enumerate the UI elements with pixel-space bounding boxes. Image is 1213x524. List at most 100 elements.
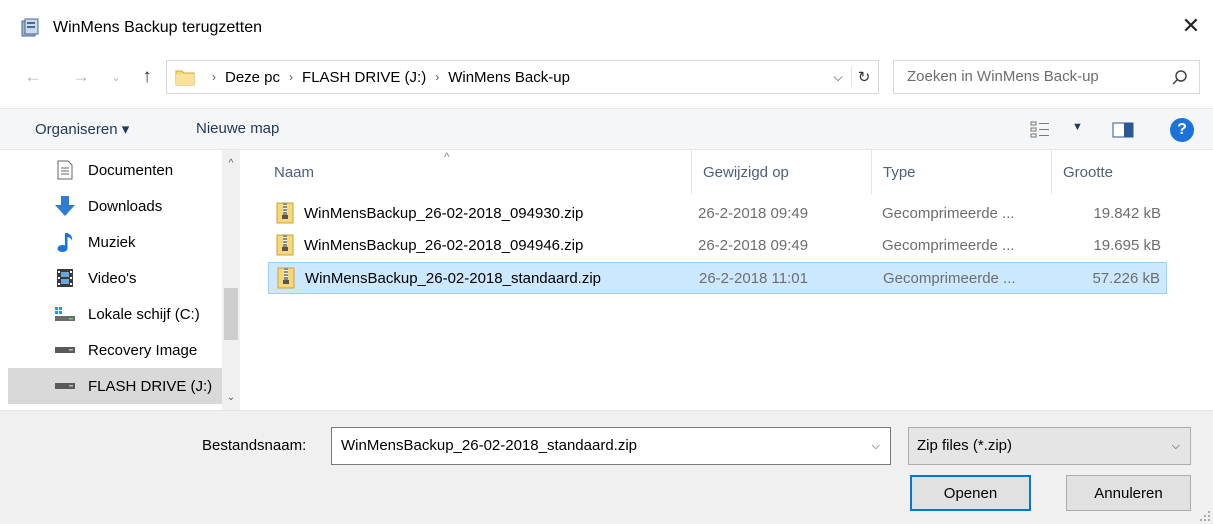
back-button[interactable]: ← (20, 60, 46, 94)
file-type: Gecomprimeerde ... (882, 204, 1015, 222)
sidebar-item-muziek[interactable]: Muziek (10, 224, 222, 260)
breadcrumb-flash-drive[interactable]: FLASH DRIVE (J:) (302, 69, 426, 86)
sidebar-item-videos[interactable]: Video's (10, 260, 222, 296)
drive-icon (54, 375, 76, 397)
sidebar-item-label: FLASH DRIVE (J:) (88, 377, 213, 395)
scroll-down-icon[interactable]: ⌄ (222, 392, 240, 406)
navigation-bar: ← → ⌄ ↑ › Deze pc › FLASH DRIVE (J:) › W… (0, 52, 1213, 102)
file-row-selected[interactable]: WinMensBackup_26-02-2018_standaard.zip 2… (268, 262, 1167, 294)
search-input[interactable]: Zoeken in WinMens Back-up (893, 60, 1200, 94)
breadcrumb-separator[interactable]: › (435, 70, 439, 84)
sidebar-item-flash-drive-j[interactable]: FLASH DRIVE (J:) (8, 368, 222, 404)
drive-icon (54, 339, 76, 361)
windows-drive-icon (54, 303, 76, 325)
cancel-button[interactable]: Annuleren (1066, 475, 1191, 511)
refresh-icon: ↻ (857, 69, 871, 86)
file-type: Gecomprimeerde ... (883, 269, 1016, 287)
column-header-name[interactable]: Naam (262, 150, 691, 194)
breadcrumb-separator: › (212, 70, 216, 84)
sidebar-scrollbar[interactable]: ^ ⌄ (222, 150, 240, 410)
file-name-cell: WinMensBackup_26-02-2018_094930.zip (276, 198, 583, 228)
arrow-left-icon: ← (24, 67, 42, 86)
chevron-down-icon: ⌄ (111, 71, 121, 84)
navigation-pane: Documenten Downloads Muziek Video's Loka… (0, 150, 244, 410)
file-size: 19.695 kB (1093, 236, 1161, 254)
scroll-up-icon[interactable]: ^ (222, 158, 240, 172)
view-options-icon[interactable] (1030, 120, 1050, 138)
file-modified-date: 26-2-2018 09:49 (698, 236, 809, 254)
open-button[interactable]: Openen (910, 475, 1031, 511)
file-dialog-footer: Bestandsnaam: WinMensBackup_26-02-2018_s… (0, 410, 1213, 524)
organise-menu-button[interactable]: Organiseren ▾ (35, 120, 129, 138)
divider (851, 67, 852, 87)
filename-combobox[interactable]: WinMensBackup_26-02-2018_standaard.zip ⌵ (331, 427, 891, 465)
preview-pane-icon[interactable] (1112, 122, 1134, 138)
sidebar-item-label: Recovery Image (88, 341, 198, 359)
file-name: WinMensBackup_26-02-2018_094946.zip (304, 236, 584, 254)
sidebar-item-label: Video's (88, 269, 137, 287)
column-header-modified[interactable]: Gewijzigd op (691, 150, 871, 194)
address-history-dropdown[interactable]: ⌵ (828, 61, 848, 93)
sidebar-item-recovery-image[interactable]: Recovery Image (10, 332, 222, 368)
zip-folder-icon (277, 267, 295, 289)
folder-icon (175, 70, 195, 86)
file-name: WinMensBackup_26-02-2018_standaard.zip (305, 269, 602, 287)
file-modified-date: 26-2-2018 11:01 (699, 269, 808, 287)
address-bar[interactable]: › Deze pc › FLASH DRIVE (J:) › WinMens B… (166, 60, 879, 94)
column-header-type[interactable]: Type (871, 150, 1051, 194)
sidebar-item-downloads[interactable]: Downloads (10, 188, 222, 224)
column-header-size[interactable]: Grootte (1051, 150, 1171, 194)
zip-folder-icon (276, 234, 294, 256)
sidebar-item-documenten[interactable]: Documenten (10, 152, 222, 188)
title-bar: WinMens Backup terugzetten ✕ (0, 0, 1213, 50)
arrow-up-icon: ↑ (142, 66, 152, 87)
sidebar-item-local-disk-c[interactable]: Lokale schijf (C:) (10, 296, 222, 332)
close-button[interactable]: ✕ (1169, 8, 1213, 44)
breadcrumb-this-pc[interactable]: Deze pc (225, 69, 280, 86)
forward-button[interactable]: → (68, 60, 94, 94)
help-button[interactable]: ? (1170, 118, 1194, 142)
help-icon: ? (1177, 121, 1187, 138)
backup-app-icon (21, 18, 39, 37)
filename-value: WinMensBackup_26-02-2018_standaard.zip (341, 437, 638, 454)
chevron-down-icon: ⌵ (1171, 440, 1180, 452)
film-icon (54, 267, 76, 289)
view-options-dropdown[interactable]: ▼ (1072, 121, 1083, 133)
search-icon (1172, 70, 1187, 85)
column-label: Gewijzigd op (703, 163, 789, 181)
file-list: Naam ^ Gewijzigd op Type Grootte WinMens… (262, 150, 1213, 410)
up-button[interactable]: ↑ (134, 60, 160, 94)
column-label: Type (883, 163, 916, 181)
music-note-icon (54, 231, 76, 253)
file-name: WinMensBackup_26-02-2018_094930.zip (304, 204, 584, 222)
close-icon: ✕ (1181, 13, 1201, 38)
file-name-cell: WinMensBackup_26-02-2018_standaard.zip (277, 263, 601, 293)
window-title: WinMens Backup terugzetten (53, 19, 262, 36)
column-label: Naam (274, 163, 315, 181)
file-type-filter-select[interactable]: Zip files (*.zip) ⌵ (908, 427, 1191, 465)
file-type-filter-value: Zip files (*.zip) (917, 437, 1013, 454)
file-name-cell: WinMensBackup_26-02-2018_094946.zip (276, 230, 583, 260)
search-placeholder: Zoeken in WinMens Back-up (907, 68, 1099, 85)
sidebar-item-label: Muziek (88, 233, 136, 251)
zip-folder-icon (276, 202, 294, 224)
sidebar-item-label: Lokale schijf (C:) (88, 305, 200, 323)
resize-grip-icon[interactable] (1199, 510, 1211, 522)
sort-ascending-icon: ^ (444, 150, 450, 164)
new-folder-button[interactable]: Nieuwe map (196, 120, 279, 137)
chevron-down-icon[interactable]: ⌵ (872, 440, 880, 453)
scrollbar-thumb[interactable] (224, 288, 238, 340)
sidebar-item-label: Documenten (88, 161, 174, 179)
file-size: 57.226 kB (1092, 269, 1160, 287)
sidebar-item-label: Downloads (88, 197, 163, 215)
recent-locations-button[interactable]: ⌄ (106, 60, 126, 94)
breadcrumb-separator[interactable]: › (289, 70, 293, 84)
column-label: Grootte (1063, 163, 1114, 181)
file-row[interactable]: WinMensBackup_26-02-2018_094930.zip 26-2… (268, 198, 1167, 230)
breadcrumb: › Deze pc › FLASH DRIVE (J:) › WinMens B… (203, 61, 570, 93)
chevron-down-icon: ⌵ (833, 69, 843, 84)
refresh-button[interactable]: ↻ (854, 61, 874, 93)
download-arrow-icon (54, 195, 76, 217)
breadcrumb-winmens-backup[interactable]: WinMens Back-up (448, 69, 570, 86)
file-row[interactable]: WinMensBackup_26-02-2018_094946.zip 26-2… (268, 230, 1167, 262)
